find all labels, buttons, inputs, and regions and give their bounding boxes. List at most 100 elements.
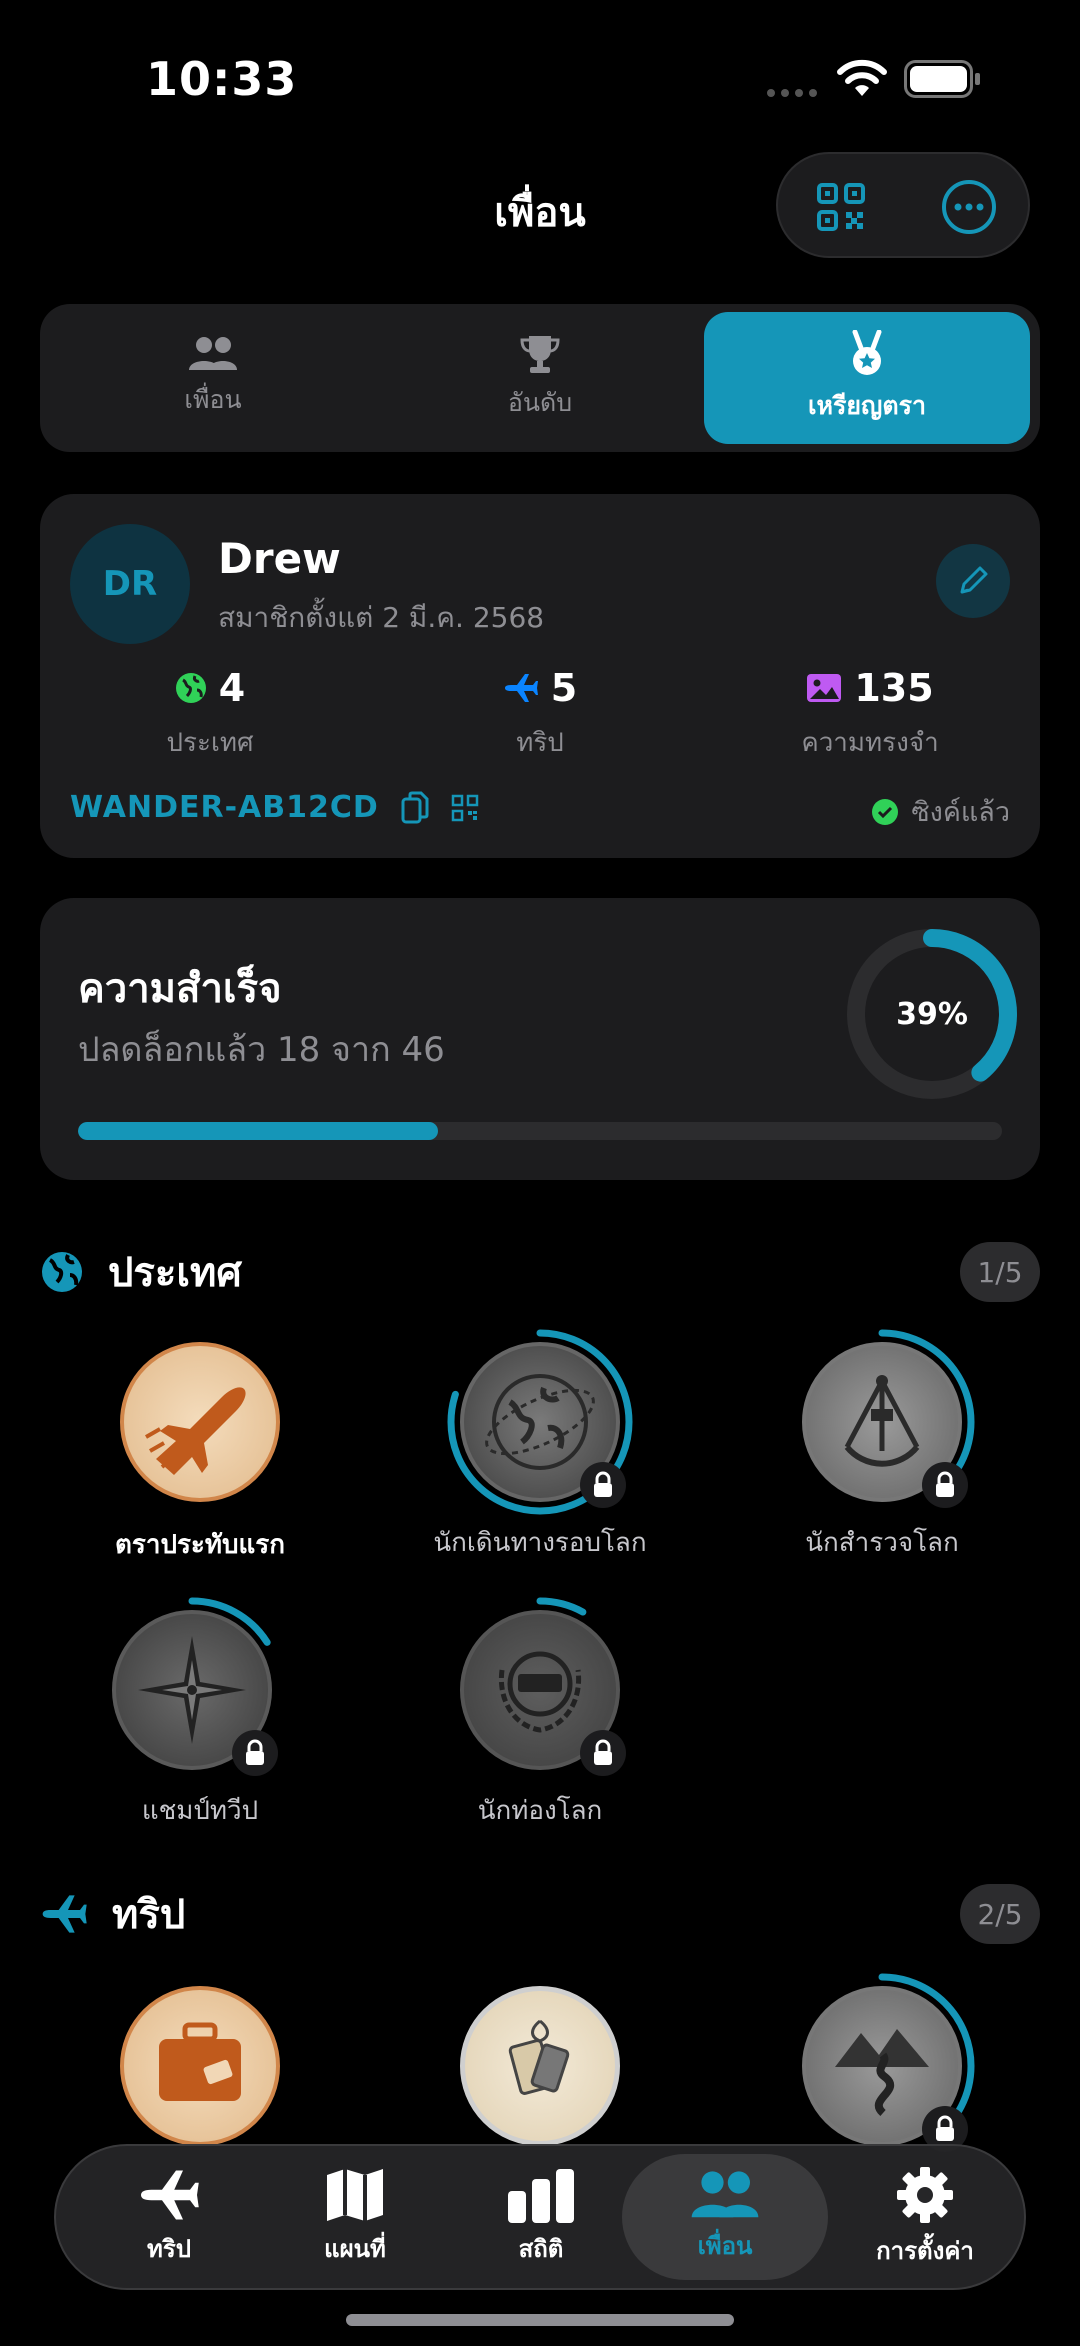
badge-label: แชมป์ทวีป [141,1796,259,1826]
sync-status: ซิงค์แล้ว [871,790,1010,833]
badge-globetrotter[interactable]: นักเดินทางรอบโลก [410,1326,670,1563]
qr-code-button[interactable] [806,172,876,242]
achievements-title: ความสำเร็จ [78,966,282,1012]
tab-trips-label: ทริป [147,2234,191,2263]
luggage-tag-icon [508,2019,570,2095]
achievements-progress-fill [78,1122,439,1140]
tab-badges[interactable]: เหรียญตรา [704,312,1030,444]
badge-label: นักสำรวจโลก [805,1528,959,1558]
stat-memories: 135 ความทรงจำ [720,666,1020,763]
compass-rose-icon [138,1636,246,1744]
tab-friends-nav-label: เพื่อน [697,2231,753,2260]
trophy-icon [520,336,560,373]
badge-label: นักท่องโลก [477,1796,603,1826]
achievements-progress-bar [78,1122,1002,1140]
home-indicator [346,2314,734,2326]
cellular-icon [766,84,822,103]
section-countries-title: ประเทศ [108,1250,242,1296]
friend-code-text: WANDER-AB12CD [70,790,379,825]
section-countries-header: ประเทศ 1/5 [40,1240,1040,1304]
tab-ranking[interactable]: อันดับ [377,312,703,444]
badge-world-traveler[interactable]: นักท่องโลก [410,1594,670,1831]
edit-profile-button[interactable] [936,544,1010,618]
lock-badge [232,1730,278,1776]
tab-bar: ทริป แผนที่ สถิติ เพื่อน การตั้งค่า [54,2144,1026,2290]
more-button[interactable] [934,172,1004,242]
friend-code: WANDER-AB12CD [70,790,479,825]
tab-settings[interactable]: การตั้งค่า [832,2146,1018,2288]
medal-icon [852,330,882,375]
stat-trips-label: ทริป [516,728,564,758]
people-icon [691,2170,759,2217]
wifi-icon [836,58,888,102]
badge-trip-suitcase[interactable] [70,1978,330,2154]
tab-friends-nav[interactable]: เพื่อน [622,2154,828,2280]
badge-continent-champion[interactable]: แชมป์ทวีป [70,1594,330,1831]
badge-disc [460,1986,620,2146]
tab-badges-label: เหรียญตรา [807,391,927,420]
tab-map[interactable]: แผนที่ [262,2146,448,2288]
lock-icon [594,1471,612,1497]
stat-countries-value: 4 [218,666,246,710]
map-icon [327,2168,383,2221]
sync-status-text: ซิงค์แล้ว [911,797,1010,828]
badge-world-explorer[interactable]: นักสำรวจโลก [752,1326,1012,1563]
badge-label: ตราประทับแรก [115,1530,285,1560]
stat-trips: 5 ทริป [390,666,690,763]
people-icon [189,337,237,370]
avatar: DR [70,524,190,644]
profile-card: DR Drew สมาชิกตั้งแต่ 2 มี.ค. 2568 4 ประ… [40,494,1040,858]
gear-icon [897,2166,953,2223]
sextant-icon [844,1375,920,1467]
airplane-icon [42,1895,87,1933]
lock-badge [922,1462,968,1508]
badge-label: นักเดินทางรอบโลก [433,1528,647,1558]
globe-icon [175,673,206,703]
badge-first-stamp[interactable]: ตราประทับแรก [70,1334,330,1565]
battery-icon [904,60,982,102]
stat-trips-value: 5 [550,666,578,710]
airplane-icon [141,2170,199,2219]
badge-trip-road[interactable] [752,1970,1012,2162]
photo-icon [807,674,842,702]
member-since: สมาชิกตั้งแต่ 2 มี.ค. 2568 [218,601,545,634]
ellipsis-circle-icon [942,180,996,234]
laurel-globe-icon [498,1651,582,1733]
section-trips-header: ทริป 2/5 [40,1882,1040,1946]
stat-memories-value: 135 [854,666,934,710]
stat-countries: 4 ประเทศ [60,666,360,763]
achievements-card: ความสำเร็จ ปลดล็อกแล้ว 18 จาก 46 39% [40,898,1040,1180]
section-countries-count: 1/5 [960,1242,1040,1302]
segmented-control: เพื่อน อันดับ เหรียญตรา [40,304,1040,452]
lock-icon [936,2115,954,2141]
suitcase-icon [159,2022,241,2101]
tab-settings-label: การตั้งค่า [876,2236,974,2265]
tab-stats-label: สถิติ [518,2234,564,2263]
badge-disc [120,1986,280,2146]
tab-trips[interactable]: ทริป [76,2146,262,2288]
badge-disc [120,1342,280,1502]
mountain-road-icon [835,2029,929,2117]
lock-badge [580,1462,626,1508]
bar-chart-icon [508,2168,574,2223]
lock-icon [594,1739,612,1765]
section-trips-title: ทริป [112,1892,186,1938]
airplane-icon [145,1387,246,1475]
tab-ranking-label: อันดับ [507,388,573,417]
stat-memories-label: ความทรงจำ [801,728,939,758]
airplane-icon [504,674,538,702]
badge-trip-tags[interactable] [410,1978,670,2154]
tab-stats[interactable]: สถิติ [448,2146,634,2288]
qr-code-icon[interactable] [451,794,479,822]
globe-icon [485,1374,595,1470]
pencil-icon [960,566,988,594]
globe-icon [42,1252,82,1292]
qr-code-icon [817,183,865,231]
tab-friends[interactable]: เพื่อน [50,312,376,444]
achievements-percent: 39% [896,996,968,1032]
lock-icon [936,1471,954,1497]
copy-icon[interactable] [401,791,429,825]
tab-friends-label: เพื่อน [184,385,242,414]
status-time: 10:33 [146,52,298,106]
tab-map-label: แผนที่ [324,2234,386,2263]
